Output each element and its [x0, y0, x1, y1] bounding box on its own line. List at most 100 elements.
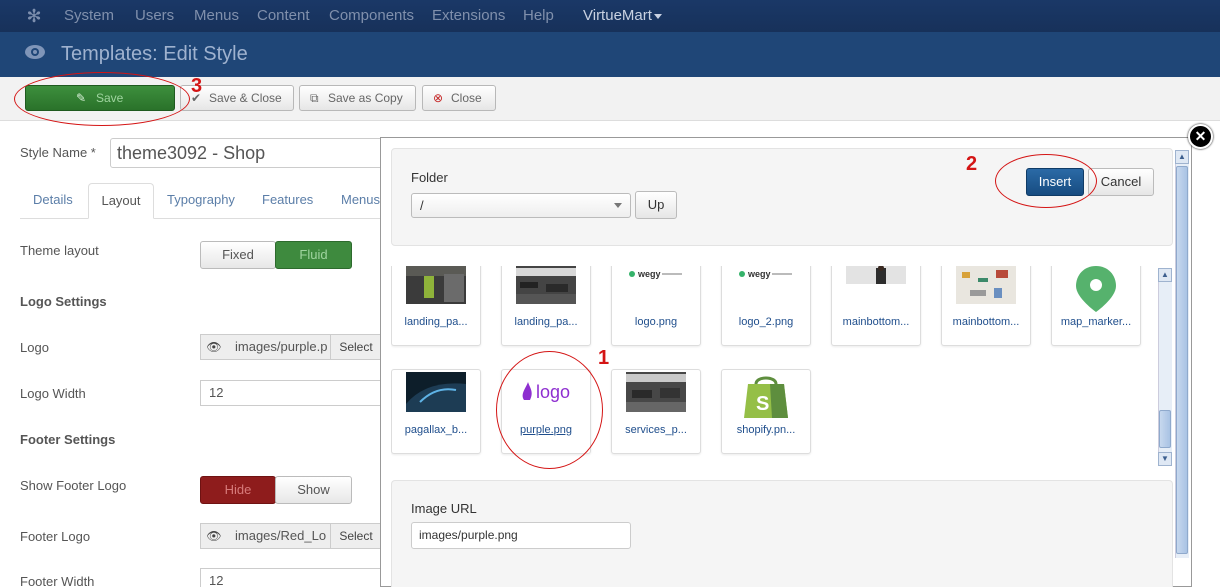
image-filename: services_p...: [625, 424, 687, 436]
footer-width-label: Footer Width: [20, 574, 95, 587]
scroll-up-icon[interactable]: ▲: [1175, 150, 1189, 164]
show-footer-logo-label: Show Footer Logo: [20, 478, 127, 493]
thumbnail-logo-text: wegy: [637, 269, 661, 279]
nav-virtuemart[interactable]: VirtueMart: [583, 7, 662, 24]
joomla-logo-icon[interactable]: ✻: [24, 6, 44, 26]
style-name-input[interactable]: theme3092 - Shop: [110, 138, 410, 168]
page-title: Templates: Edit Style: [61, 43, 248, 65]
thumbnail-image: [406, 372, 466, 412]
image-filename: shopify.pn...: [736, 424, 796, 436]
nav-menus[interactable]: Menus: [194, 7, 239, 24]
close-button-label: Close: [451, 91, 482, 105]
preview-eye-icon[interactable]: 👁: [200, 334, 228, 360]
image-filename: mainbottom...: [952, 316, 1020, 328]
map-marker-icon: [1076, 266, 1116, 312]
thumbnail-image: [406, 266, 466, 304]
save-close-label: Save & Close: [209, 91, 282, 105]
save-copy-label: Save as Copy: [328, 91, 403, 105]
annotation-number-1: 1: [598, 347, 610, 369]
logo-width-input[interactable]: 12: [200, 380, 382, 406]
image-filename: landing_pa...: [404, 316, 468, 328]
layout-fluid-button[interactable]: Fluid: [275, 241, 352, 269]
thumbnail-image: wegy: [626, 266, 686, 304]
modal-scrollbar-thumb[interactable]: [1176, 166, 1188, 554]
eye-icon: [25, 45, 45, 59]
annotation-ring-save: [14, 72, 190, 126]
grid-scrollbar-thumb[interactable]: [1159, 410, 1171, 448]
footer-logo-show-button[interactable]: Show: [275, 476, 352, 504]
nav-content[interactable]: Content: [257, 7, 310, 24]
close-button[interactable]: ⊗ Close: [422, 85, 496, 111]
thumbnail-logo-text: wegy: [747, 269, 771, 279]
thumbnail-image: [516, 266, 576, 304]
footer-logo-select-button[interactable]: Select: [330, 523, 382, 549]
image-filename: mainbottom...: [842, 316, 910, 328]
footer-logo-hide-button[interactable]: Hide: [200, 476, 276, 504]
thumbnail-image: [626, 372, 686, 412]
image-thumb[interactable]: S shopify.pn...: [721, 369, 811, 454]
save-copy-button[interactable]: ⧉ Save as Copy: [299, 85, 416, 111]
nav-virtuemart-label: VirtueMart: [583, 7, 652, 24]
image-thumb[interactable]: mainbottom...: [941, 266, 1031, 346]
cancel-circle-icon: ⊗: [433, 91, 444, 105]
grid-scroll-up-icon[interactable]: ▲: [1158, 268, 1172, 282]
image-thumb[interactable]: mainbottom...: [831, 266, 921, 346]
nav-components[interactable]: Components: [329, 7, 414, 24]
annotation-number-2: 2: [966, 153, 978, 175]
page-header: Templates: Edit Style: [0, 32, 1220, 77]
image-thumb[interactable]: wegy logo.png: [611, 266, 701, 346]
footer-settings-heading: Footer Settings: [20, 432, 116, 447]
up-button[interactable]: Up: [635, 191, 677, 219]
nav-help[interactable]: Help: [523, 7, 554, 24]
tab-layout[interactable]: Layout: [88, 183, 154, 219]
copy-icon: ⧉: [310, 91, 319, 105]
image-thumb[interactable]: map_marker...: [1051, 266, 1141, 346]
cancel-button[interactable]: Cancel: [1088, 168, 1154, 196]
nav-users[interactable]: Users: [135, 7, 174, 24]
tab-features[interactable]: Features: [262, 183, 313, 219]
grid-scroll-down-icon[interactable]: ▼: [1158, 452, 1172, 466]
layout-fixed-button[interactable]: Fixed: [200, 241, 276, 269]
folder-label: Folder: [411, 170, 448, 185]
image-filename: logo.png: [634, 316, 678, 328]
image-thumb[interactable]: landing_pa...: [391, 266, 481, 346]
folder-select[interactable]: /: [411, 193, 631, 218]
chevron-down-icon: [614, 203, 622, 208]
logo-width-label: Logo Width: [20, 386, 86, 401]
style-name-label: Style Name *: [20, 145, 96, 160]
svg-text:S: S: [756, 393, 769, 415]
footer-width-input[interactable]: 12: [200, 568, 382, 587]
image-url-input[interactable]: images/purple.png: [411, 522, 631, 549]
image-filename: landing_pa...: [514, 316, 578, 328]
modal-close-icon[interactable]: ✕: [1188, 124, 1213, 149]
image-thumb[interactable]: wegy logo_2.png: [721, 266, 811, 346]
logo-settings-heading: Logo Settings: [20, 294, 107, 309]
image-thumb[interactable]: services_p...: [611, 369, 701, 454]
image-thumb[interactable]: pagallax_b...: [391, 369, 481, 454]
image-thumb[interactable]: landing_pa...: [501, 266, 591, 346]
annotation-ring-purple: [496, 351, 603, 469]
tab-typography[interactable]: Typography: [167, 183, 235, 219]
image-filename: map_marker...: [1060, 316, 1132, 328]
top-navbar: ✻ System Users Menus Content Components …: [0, 0, 1220, 32]
image-filename: logo_2.png: [738, 316, 794, 328]
nav-extensions[interactable]: Extensions: [432, 7, 505, 24]
tab-bar: Details Layout Typography Features Menus: [20, 183, 400, 219]
thumbnail-image: [956, 266, 1016, 304]
image-url-label: Image URL: [411, 501, 477, 516]
caret-down-icon: [653, 13, 662, 19]
theme-layout-label: Theme layout: [20, 243, 99, 258]
footer-logo-path-field: images/Red_Lo: [227, 523, 331, 549]
nav-system[interactable]: System: [64, 7, 114, 24]
annotation-number-3: 3: [191, 75, 203, 97]
thumbnail-image: wegy: [736, 266, 796, 304]
annotation-ring-insert: [995, 154, 1097, 208]
footer-preview-eye-icon[interactable]: 👁: [200, 523, 228, 549]
thumbnail-image: [846, 266, 906, 304]
logo-path-field: images/purple.p: [227, 334, 331, 360]
logo-select-button[interactable]: Select: [330, 334, 382, 360]
tab-details[interactable]: Details: [33, 183, 73, 219]
logo-label: Logo: [20, 340, 49, 355]
tab-menus[interactable]: Menus: [341, 183, 380, 219]
image-filename: pagallax_b...: [404, 424, 468, 436]
